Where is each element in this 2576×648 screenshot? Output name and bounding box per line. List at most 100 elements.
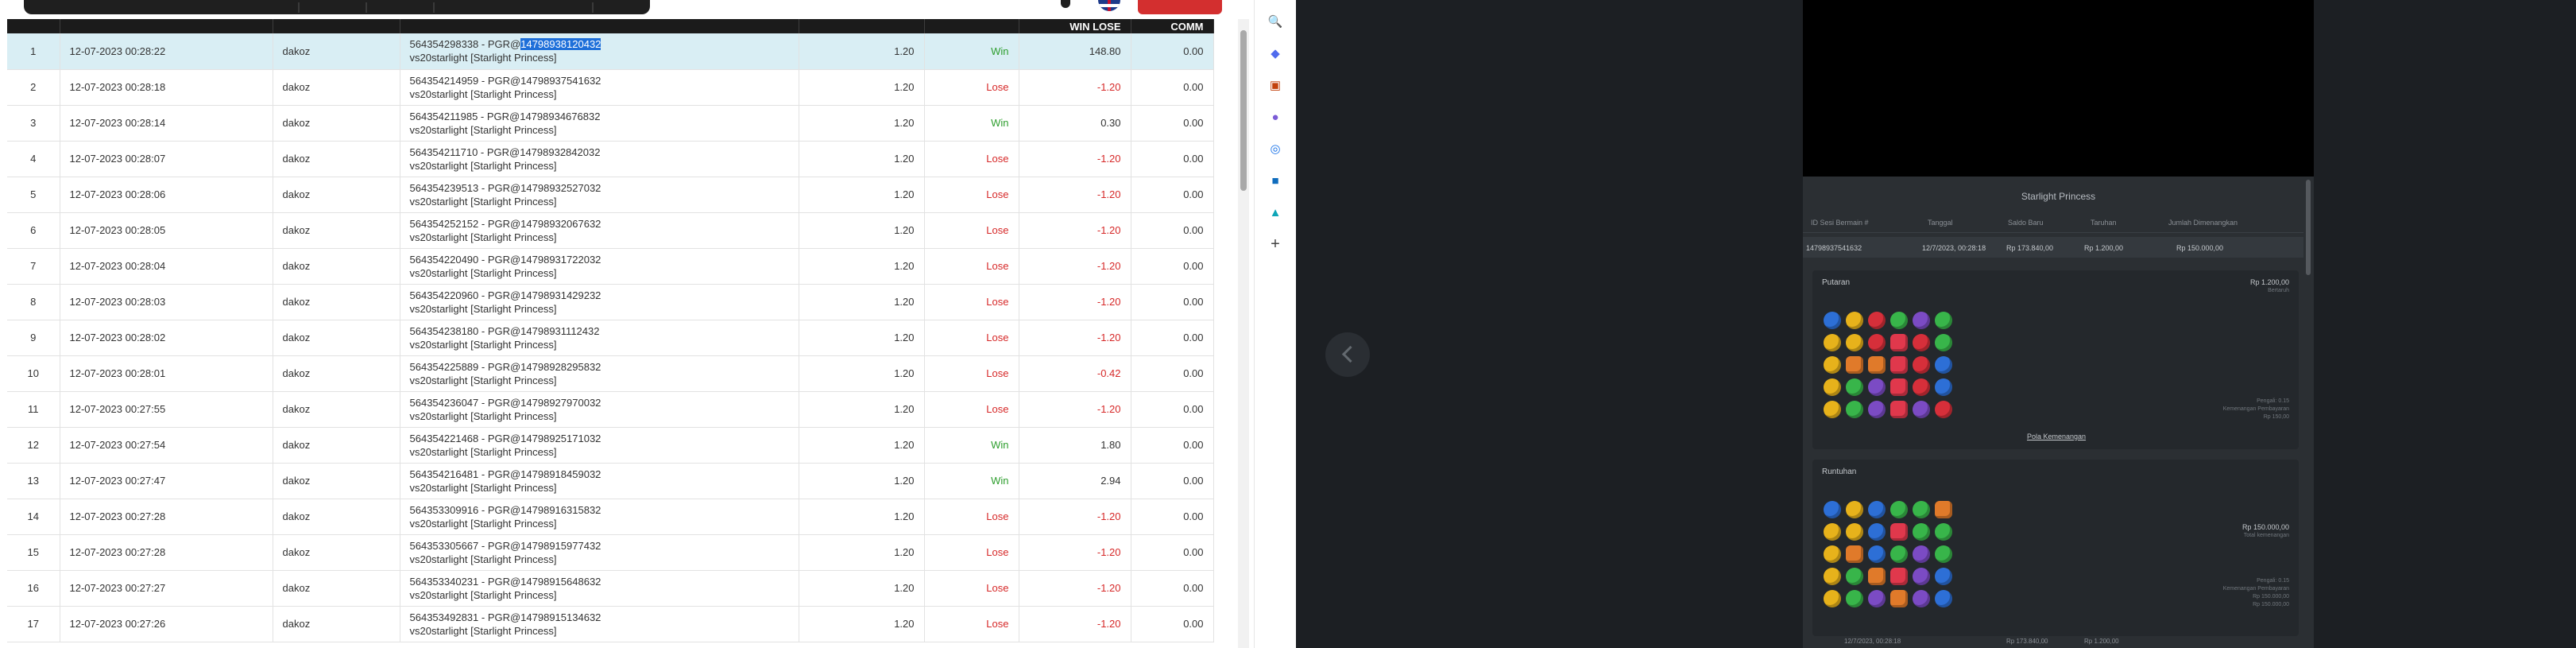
table-row[interactable]: 13 12-07-2023 00:27:47 dakoz 564354216481 -… xyxy=(7,463,1214,499)
col-header-status[interactable] xyxy=(924,19,1019,33)
modal-scrollbar-thumb[interactable] xyxy=(2306,180,2311,275)
cell-game[interactable]: 564354220960 - PGR@14798931429232 vs20sta… xyxy=(400,284,799,320)
modal-scrollbar[interactable] xyxy=(2305,177,2311,648)
cell-win-lose: -1.20 xyxy=(1019,141,1131,177)
gem-gold-symbol xyxy=(1846,312,1863,329)
gem-green-symbol xyxy=(1913,523,1930,541)
bet-id[interactable]: 564353340231 - PGR@14798915648632 xyxy=(410,575,789,588)
bet-id[interactable]: 564354220490 - PGR@14798931722032 xyxy=(410,253,789,266)
bet-id[interactable]: 564354238180 - PGR@14798931112432 xyxy=(410,324,789,338)
table-row[interactable]: 14 12-07-2023 00:27:28 dakoz 564353309916 -… xyxy=(7,499,1214,535)
bet-id[interactable]: 564354211985 - PGR@14798934676832 xyxy=(410,110,789,123)
bet-id-text: 564354236047 - PGR@14798927970032 xyxy=(409,396,601,409)
table-row[interactable]: 16 12-07-2023 00:27:27 dakoz 564353340231 -… xyxy=(7,570,1214,607)
bet-id[interactable]: 564353309916 - PGR@14798916315832 xyxy=(410,503,789,517)
table-row[interactable]: 6 12-07-2023 00:28:05 dakoz 564354252152 - … xyxy=(7,212,1214,249)
logout-button[interactable] xyxy=(1138,0,1222,14)
cell-game[interactable]: 564354214959 - PGR@14798937541632 vs20sta… xyxy=(400,69,799,106)
table-row[interactable]: 8 12-07-2023 00:28:03 dakoz 564354220960 - … xyxy=(7,284,1214,320)
table-row[interactable]: 5 12-07-2023 00:28:06 dakoz 564354239513 - … xyxy=(7,177,1214,213)
table-row[interactable]: 4 12-07-2023 00:28:07 dakoz 564354211710 - … xyxy=(7,141,1214,177)
table-row[interactable]: 17 12-07-2023 00:27:26 dakoz 564353492831 -… xyxy=(7,606,1214,642)
table-scrollbar[interactable] xyxy=(1238,19,1249,648)
game-name: vs20starlight [Starlight Princess] xyxy=(409,481,557,494)
bet-id[interactable]: 564354239513 - PGR@14798932527032 xyxy=(410,181,789,195)
col-header-user[interactable] xyxy=(273,19,400,33)
cell-no: 1 xyxy=(7,33,60,70)
tag-icon[interactable]: ◆ xyxy=(1267,45,1284,62)
cell-game[interactable]: 564353309916 - PGR@14798916315832 vs20sta… xyxy=(400,499,799,535)
winning-pattern-link[interactable]: Pola Kemenangan xyxy=(2027,433,2086,440)
bet-id[interactable]: 564354211710 - PGR@14798932842032 xyxy=(410,146,789,159)
bet-id[interactable]: 564354298338 - PGR@14798938120432 xyxy=(410,37,789,51)
cell-no: 10 xyxy=(7,355,60,392)
cell-comm: 0.00 xyxy=(1131,606,1214,642)
cell-game[interactable]: 564353340231 - PGR@14798915648632 vs20sta… xyxy=(400,570,799,607)
col-header-win-lose[interactable]: WIN LOSE xyxy=(1019,19,1131,33)
toolbar-pill[interactable] xyxy=(24,0,650,14)
col-header-date[interactable] xyxy=(60,19,273,33)
office-icon[interactable]: ◎ xyxy=(1267,140,1284,157)
cell-user: dakoz xyxy=(273,606,400,642)
cell-game[interactable]: 564354236047 - PGR@14798927970032 vs20sta… xyxy=(400,391,799,428)
cell-bet: 1.20 xyxy=(799,463,925,499)
col-header-bet[interactable] xyxy=(799,19,925,33)
bet-id[interactable]: 564354216481 - PGR@14798918459032 xyxy=(410,468,789,481)
col-header-game[interactable] xyxy=(400,19,799,33)
scrollbar-thumb[interactable] xyxy=(1240,30,1247,191)
table-row[interactable]: 11 12-07-2023 00:27:55 dakoz 564354236047 -… xyxy=(7,391,1214,428)
bet-id[interactable]: 564354220960 - PGR@14798931429232 xyxy=(410,289,789,302)
cell-game[interactable]: 564354238180 - PGR@14798931112432 vs20sta… xyxy=(400,320,799,356)
cell-win-lose: 2.94 xyxy=(1019,463,1131,499)
cell-game[interactable]: 564353305667 - PGR@14798915977432 vs20sta… xyxy=(400,534,799,571)
spin-panel: Putaran Rp 1.200,00 Bertaruh Pengali: 0.… xyxy=(1812,270,2299,449)
bet-id[interactable]: 564354214959 - PGR@14798937541632 xyxy=(410,74,789,87)
bet-id[interactable]: 564354225889 - PGR@14798928295832 xyxy=(410,360,789,374)
briefcase-icon[interactable]: ▣ xyxy=(1267,76,1284,94)
cell-date: 12-07-2023 00:28:18 xyxy=(60,69,273,106)
bet-id-text: 564354216481 - PGR@14798918459032 xyxy=(409,468,601,480)
table-row[interactable]: 2 12-07-2023 00:28:18 dakoz 564354214959 - … xyxy=(7,69,1214,106)
game-name: vs20starlight [Starlight Princess] xyxy=(409,159,557,172)
language-flag-icon[interactable] xyxy=(1098,0,1120,11)
cell-win-lose: -1.20 xyxy=(1019,606,1131,642)
table-row[interactable]: 15 12-07-2023 00:27:28 dakoz 564353305667 -… xyxy=(7,534,1214,571)
cell-game[interactable]: 564354216481 - PGR@14798918459032 vs20sta… xyxy=(400,463,799,499)
cell-game[interactable]: 564354252152 - PGR@14798932067632 vs20sta… xyxy=(400,212,799,249)
gem-gold-symbol xyxy=(1824,568,1841,585)
bet-id[interactable]: 564353305667 - PGR@14798915977432 xyxy=(410,539,789,553)
shopping-cart-icon[interactable]: ▲ xyxy=(1267,204,1284,221)
cell-no: 15 xyxy=(7,534,60,571)
cell-game[interactable]: 564354239513 - PGR@14798932527032 vs20sta… xyxy=(400,177,799,213)
search-icon[interactable]: 🔍 xyxy=(1267,13,1284,30)
cell-game[interactable]: 564353492831 - PGR@14798915134632 vs20sta… xyxy=(400,606,799,642)
cell-comm: 0.00 xyxy=(1131,69,1214,106)
previous-button[interactable] xyxy=(1325,332,1370,377)
col-header-comm[interactable]: COMM xyxy=(1131,19,1214,33)
bet-id[interactable]: 564354236047 - PGR@14798927970032 xyxy=(410,396,789,409)
cell-user: dakoz xyxy=(273,499,400,535)
bet-id[interactable]: 564354221468 - PGR@14798925171032 xyxy=(410,432,789,445)
cell-game[interactable]: 564354225889 - PGR@14798928295832 vs20sta… xyxy=(400,355,799,392)
cell-game[interactable]: 564354298338 - PGR@14798938120432 vs20sta… xyxy=(400,33,799,70)
cell-game[interactable]: 564354211985 - PGR@14798934676832 vs20sta… xyxy=(400,105,799,142)
table-row[interactable]: 3 12-07-2023 00:28:14 dakoz 564354211985 - … xyxy=(7,105,1214,142)
people-icon[interactable]: ● xyxy=(1267,108,1284,126)
add-icon[interactable]: + xyxy=(1267,235,1284,253)
header-bet: Taruhan xyxy=(2091,219,2117,227)
cell-game[interactable]: 564354220490 - PGR@14798931722032 vs20sta… xyxy=(400,248,799,285)
col-header-no[interactable] xyxy=(7,19,60,33)
cell-user: dakoz xyxy=(273,177,400,213)
table-row[interactable]: 12 12-07-2023 00:27:54 dakoz 564354221468 -… xyxy=(7,427,1214,464)
cell-no: 16 xyxy=(7,570,60,607)
outlook-icon[interactable]: ■ xyxy=(1267,172,1284,189)
bet-id[interactable]: 564353492831 - PGR@14798915134632 xyxy=(410,611,789,624)
table-row[interactable]: 10 12-07-2023 00:28:01 dakoz 564354225889 -… xyxy=(7,355,1214,392)
cell-game[interactable]: 564354221468 - PGR@14798925171032 vs20sta… xyxy=(400,427,799,464)
table-row[interactable]: 7 12-07-2023 00:28:04 dakoz 564354220490 - … xyxy=(7,248,1214,285)
table-row[interactable]: 1 12-07-2023 00:28:22 dakoz 564354298338 - … xyxy=(7,33,1214,70)
cell-no: 13 xyxy=(7,463,60,499)
bet-id[interactable]: 564354252152 - PGR@14798932067632 xyxy=(410,217,789,231)
table-row[interactable]: 9 12-07-2023 00:28:02 dakoz 564354238180 - … xyxy=(7,320,1214,356)
cell-game[interactable]: 564354211710 - PGR@14798932842032 vs20sta… xyxy=(400,141,799,177)
